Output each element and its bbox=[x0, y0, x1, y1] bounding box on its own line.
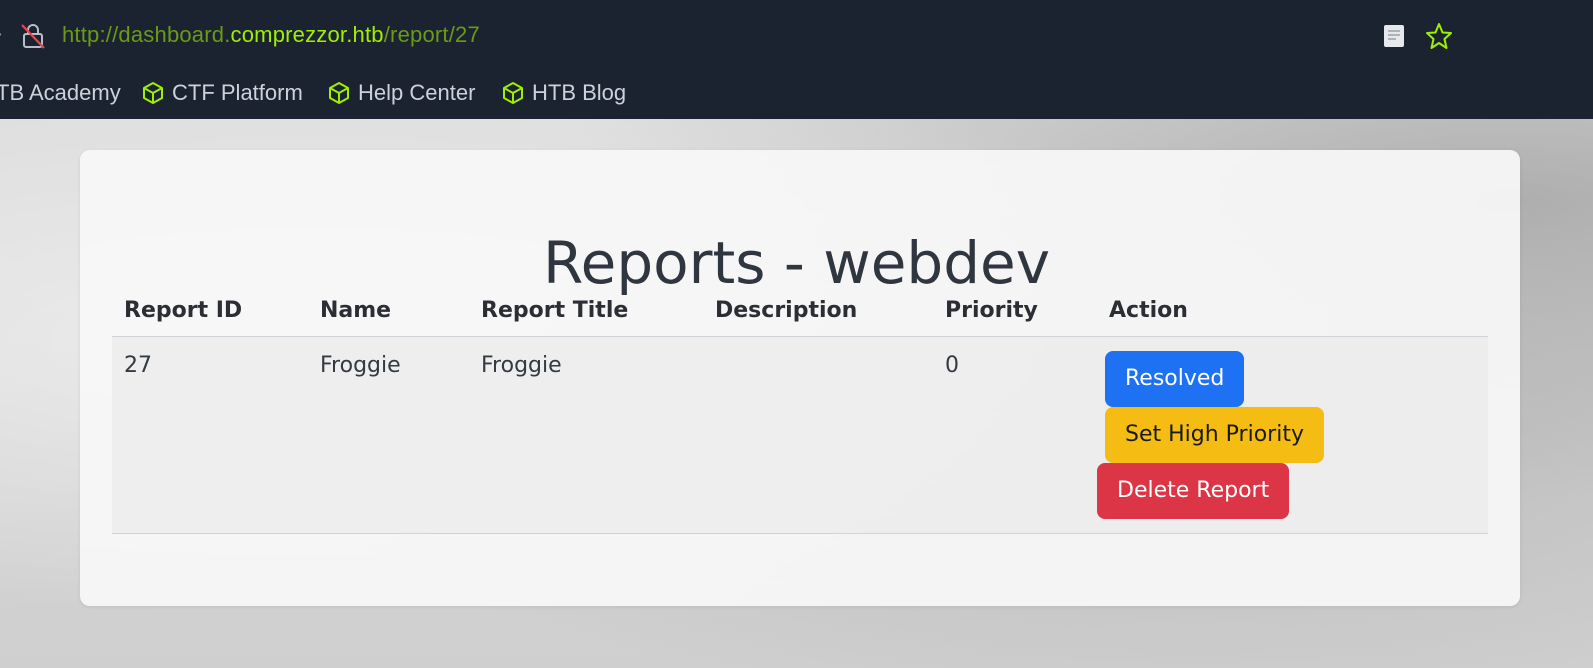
table-header-row: Report ID Name Report Title Description … bbox=[112, 284, 1488, 337]
resolved-button[interactable]: Resolved bbox=[1105, 351, 1245, 407]
column-header-report-id: Report ID bbox=[112, 284, 308, 337]
column-header-name: Name bbox=[308, 284, 469, 337]
cube-icon bbox=[329, 82, 349, 104]
cell-priority: 0 bbox=[945, 353, 959, 378]
url-path: /report/27 bbox=[383, 22, 480, 47]
delete-report-button[interactable]: Delete Report bbox=[1097, 463, 1290, 519]
bookmark-label: CTF Platform bbox=[172, 80, 303, 105]
bookmark-ctf-platform[interactable]: CTF Platform bbox=[142, 78, 303, 108]
bookmark-help-center[interactable]: Help Center bbox=[328, 78, 475, 108]
cell-report-id: 27 bbox=[124, 353, 152, 378]
table-row: 27 Froggie Froggie 0 Resolved Set High P… bbox=[112, 336, 1488, 534]
column-header-priority: Priority bbox=[933, 284, 1097, 337]
reader-view-icon[interactable] bbox=[1382, 23, 1406, 49]
action-buttons: Resolved Set High Priority Delete Report bbox=[1097, 351, 1476, 519]
bookmark-htb-blog[interactable]: HTB Blog bbox=[502, 78, 626, 108]
bookmark-academy[interactable]: TB Academy bbox=[0, 78, 121, 108]
url-prefix: http://dashboard. bbox=[62, 22, 231, 47]
url-domain: comprezzor.htb bbox=[230, 22, 384, 47]
reports-table: Report ID Name Report Title Description … bbox=[112, 284, 1488, 534]
chevron-left-icon: › bbox=[0, 24, 3, 46]
cell-report-title: Froggie bbox=[481, 353, 562, 378]
cell-name: Froggie bbox=[320, 353, 401, 378]
address-input[interactable]: http://dashboard.comprezzor.htb/report/2… bbox=[62, 20, 480, 50]
bookmark-label: Help Center bbox=[358, 80, 476, 105]
set-high-priority-button[interactable]: Set High Priority bbox=[1105, 407, 1324, 463]
url-bar: › http://dashboard.comprezzor.htb/report… bbox=[0, 0, 1593, 67]
cube-icon bbox=[503, 82, 523, 104]
bookmark-label: HTB Blog bbox=[532, 80, 627, 105]
cell-description bbox=[703, 337, 933, 534]
cube-icon bbox=[143, 82, 163, 104]
insecure-lock-icon[interactable] bbox=[20, 22, 46, 50]
column-header-action: Action bbox=[1097, 284, 1488, 337]
column-header-description: Description bbox=[703, 284, 933, 337]
bookmark-star-icon[interactable] bbox=[1425, 22, 1453, 50]
column-header-report-title: Report Title bbox=[469, 284, 703, 337]
bookmark-label: TB Academy bbox=[0, 80, 121, 105]
cell-action: Resolved Set High Priority Delete Report bbox=[1097, 337, 1488, 534]
